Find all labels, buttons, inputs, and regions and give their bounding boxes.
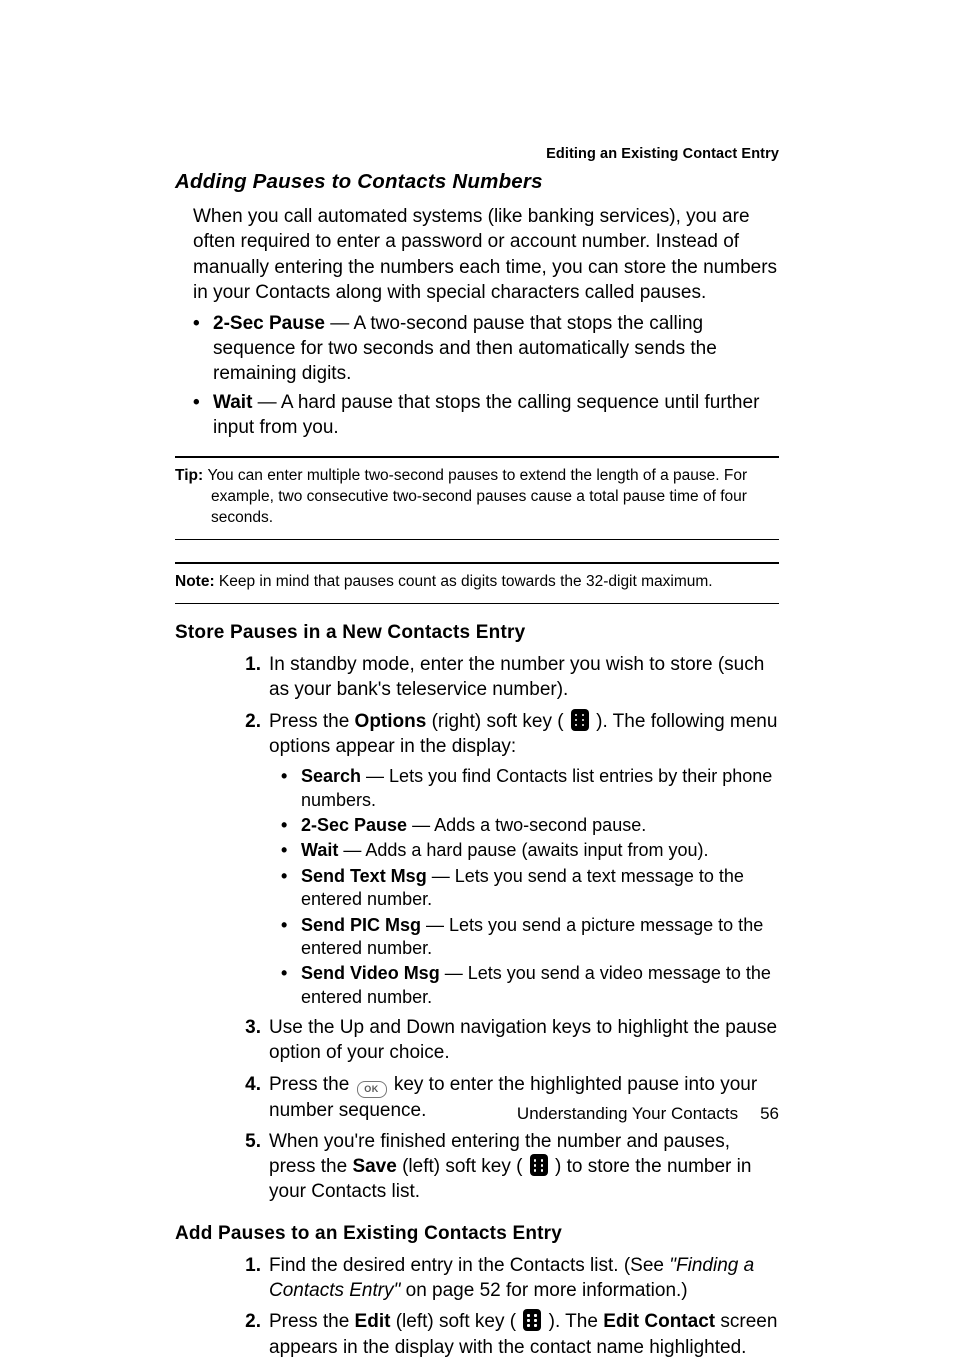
- opt-pic: Send PIC Msg — Lets you send a picture m…: [279, 914, 779, 961]
- pause-type-wait: Wait — A hard pause that stops the calli…: [193, 390, 779, 440]
- softkey-icon: [571, 709, 589, 731]
- opt-2sec: 2-Sec Pause — Adds a two-second pause.: [279, 814, 779, 837]
- heading-store-new: Store Pauses in a New Contacts Entry: [175, 622, 779, 644]
- opt-search-label: Search: [301, 766, 361, 786]
- note-text: Keep in mind that pauses count as digits…: [219, 573, 713, 590]
- stepb-1-post: on page 52 for more information.): [400, 1280, 687, 1301]
- options-submenu: Search — Lets you find Contacts list ent…: [279, 765, 779, 1009]
- opt-wait-label: Wait: [301, 840, 338, 860]
- step-5-save: Save: [352, 1156, 396, 1177]
- opt-wait: Wait — Adds a hard pause (awaits input f…: [279, 839, 779, 862]
- opt-wait-desc: — Adds a hard pause (awaits input from y…: [338, 840, 708, 860]
- step-2-mid1: (right) soft key (: [426, 711, 569, 732]
- step-3: Use the Up and Down navigation keys to h…: [233, 1015, 779, 1066]
- running-head: Editing an Existing Contact Entry: [546, 146, 779, 162]
- stepb-1: Find the desired entry in the Contacts l…: [233, 1253, 779, 1304]
- step-4-pre: Press the: [269, 1074, 355, 1095]
- page: Editing an Existing Contact Entry Adding…: [0, 0, 954, 1319]
- stepb-2: Press the Edit (left) soft key ( ). The …: [233, 1309, 779, 1360]
- opt-text: Send Text Msg — Lets you send a text mes…: [279, 865, 779, 912]
- softkey-icon: [530, 1154, 548, 1176]
- ok-key-icon: OK: [357, 1081, 387, 1098]
- stepb-2-edit: Edit: [355, 1311, 391, 1332]
- stepb-2-pre: Press the: [269, 1311, 355, 1332]
- pause-wait-desc: — A hard pause that stops the calling se…: [213, 392, 759, 438]
- intro-paragraph: When you call automated systems (like ba…: [193, 204, 779, 305]
- pause-types-list: 2-Sec Pause — A two-second pause that st…: [193, 311, 779, 440]
- heading-adding-pauses: Adding Pauses to Contacts Numbers: [175, 170, 779, 194]
- opt-2sec-label: 2-Sec Pause: [301, 815, 407, 835]
- note-label: Note:: [175, 573, 219, 590]
- opt-video-label: Send Video Msg: [301, 963, 440, 983]
- stepb-2-mid1: (left) soft key (: [390, 1311, 521, 1332]
- stepb-2-editcontact: Edit Contact: [603, 1311, 715, 1332]
- step-2-options: Options: [355, 711, 427, 732]
- opt-2sec-desc: — Adds a two-second pause.: [407, 815, 646, 835]
- tip-label: Tip:: [175, 467, 207, 484]
- pause-2sec-label: 2-Sec Pause: [213, 313, 325, 334]
- note-callout: Note: Keep in mind that pauses count as …: [175, 562, 779, 604]
- step-5-mid: (left) soft key (: [397, 1156, 528, 1177]
- pause-wait-label: Wait: [213, 392, 252, 413]
- step-5: When you're finished entering the number…: [233, 1129, 779, 1205]
- intro-text: When you call automated systems (like ba…: [193, 204, 779, 305]
- opt-text-label: Send Text Msg: [301, 866, 427, 886]
- softkey-icon: [523, 1309, 541, 1331]
- opt-pic-label: Send PIC Msg: [301, 915, 421, 935]
- tip-callout: Tip: You can enter multiple two-second p…: [175, 456, 779, 540]
- opt-search: Search — Lets you find Contacts list ent…: [279, 765, 779, 812]
- footer-section: Understanding Your Contacts: [517, 1104, 738, 1123]
- step-1: In standby mode, enter the number you wi…: [233, 652, 779, 703]
- tip-text: You can enter multiple two-second pauses…: [207, 467, 747, 526]
- page-footer: Understanding Your Contacts 56: [517, 1104, 779, 1124]
- step-2-pre: Press the: [269, 711, 355, 732]
- opt-video: Send Video Msg — Lets you send a video m…: [279, 962, 779, 1009]
- stepb-1-pre: Find the desired entry in the Contacts l…: [269, 1255, 669, 1276]
- step-2: Press the Options (right) soft key ( ). …: [233, 709, 779, 1009]
- pause-type-2sec: 2-Sec Pause — A two-second pause that st…: [193, 311, 779, 386]
- opt-search-desc: — Lets you find Contacts list entries by…: [301, 766, 772, 809]
- steps-add-existing: Find the desired entry in the Contacts l…: [233, 1253, 779, 1360]
- heading-add-existing: Add Pauses to an Existing Contacts Entry: [175, 1223, 779, 1245]
- stepb-2-mid2: ). The: [543, 1311, 603, 1332]
- footer-page-number: 56: [760, 1104, 779, 1124]
